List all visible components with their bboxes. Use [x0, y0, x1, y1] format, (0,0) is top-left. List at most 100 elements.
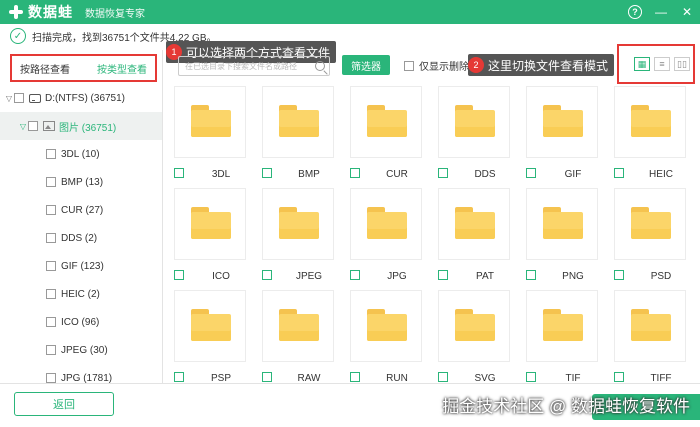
file-checkbox[interactable]: [438, 372, 448, 382]
file-thumbnail[interactable]: [262, 188, 334, 260]
file-tile[interactable]: BMP: [262, 86, 334, 184]
file-tile[interactable]: HEIC: [614, 86, 686, 184]
file-tile[interactable]: PAT: [438, 188, 510, 286]
file-checkbox[interactable]: [438, 168, 448, 178]
file-name: RAW: [297, 372, 321, 384]
file-tile[interactable]: PNG: [526, 188, 598, 286]
tree-item-label: CUR (27): [61, 204, 104, 216]
tree-checkbox[interactable]: [46, 177, 56, 187]
tree-item-label: JPG (1781): [61, 372, 113, 384]
grid-view-icon[interactable]: ▦: [634, 57, 650, 71]
tree-item-type[interactable]: CUR (27): [0, 196, 162, 224]
file-thumbnail[interactable]: [262, 290, 334, 362]
file-thumbnail[interactable]: [174, 290, 246, 362]
file-tile[interactable]: PSP: [174, 290, 246, 383]
folder-icon: [631, 309, 671, 341]
file-thumbnail[interactable]: [174, 188, 246, 260]
file-tile[interactable]: TIF: [526, 290, 598, 383]
folder-icon: [191, 105, 231, 137]
collapse-arrow-icon[interactable]: ▽: [4, 94, 14, 103]
file-thumbnail[interactable]: [526, 188, 598, 260]
tree-checkbox[interactable]: [46, 317, 56, 327]
file-checkbox[interactable]: [174, 168, 184, 178]
tree-item-type[interactable]: 3DL (10): [0, 140, 162, 168]
file-checkbox[interactable]: [350, 168, 360, 178]
tree-item-type[interactable]: JPEG (30): [0, 336, 162, 364]
view-switch: 按路径查看 按类型查看: [10, 54, 157, 82]
file-tile[interactable]: RAW: [262, 290, 334, 383]
file-tile[interactable]: PSD: [614, 188, 686, 286]
file-tile[interactable]: GIF: [526, 86, 598, 184]
tree-item-type[interactable]: GIF (123): [0, 252, 162, 280]
tree-item-type[interactable]: BMP (13): [0, 168, 162, 196]
file-tile[interactable]: RUN: [350, 290, 422, 383]
file-checkbox[interactable]: [526, 270, 536, 280]
search-icon[interactable]: [315, 61, 325, 71]
file-thumbnail[interactable]: [438, 86, 510, 158]
tree-checkbox[interactable]: [46, 345, 56, 355]
file-checkbox[interactable]: [526, 168, 536, 178]
file-thumbnail[interactable]: [262, 86, 334, 158]
file-thumbnail[interactable]: [438, 188, 510, 260]
file-checkbox[interactable]: [614, 372, 624, 382]
file-checkbox[interactable]: [438, 270, 448, 280]
file-checkbox[interactable]: [350, 270, 360, 280]
file-name: CUR: [386, 168, 408, 180]
back-button[interactable]: 返回: [14, 392, 114, 416]
file-thumbnail[interactable]: [350, 188, 422, 260]
file-tile[interactable]: JPEG: [262, 188, 334, 286]
tree-item-type[interactable]: ICO (96): [0, 308, 162, 336]
tree-checkbox[interactable]: [46, 233, 56, 243]
collapse-arrow-icon[interactable]: ▽: [18, 122, 28, 131]
tree-checkbox[interactable]: [46, 373, 56, 383]
tree-checkbox[interactable]: [46, 149, 56, 159]
tree-item-type[interactable]: HEIC (2): [0, 280, 162, 308]
file-thumbnail[interactable]: [614, 188, 686, 260]
file-checkbox[interactable]: [614, 168, 624, 178]
file-tile[interactable]: ICO: [174, 188, 246, 286]
file-thumbnail[interactable]: [174, 86, 246, 158]
tree-checkbox[interactable]: [46, 289, 56, 299]
file-checkbox[interactable]: [614, 270, 624, 280]
close-button[interactable]: ✕: [674, 0, 700, 24]
tab-by-path[interactable]: 按路径查看: [20, 61, 70, 76]
folder-icon: [279, 105, 319, 137]
file-tile[interactable]: TIFF: [614, 290, 686, 383]
file-checkbox[interactable]: [262, 372, 272, 382]
file-thumbnail[interactable]: [526, 86, 598, 158]
file-tile[interactable]: SVG: [438, 290, 510, 383]
file-checkbox[interactable]: [262, 168, 272, 178]
tab-by-type[interactable]: 按类型查看: [97, 61, 147, 76]
tree-item-type[interactable]: DDS (2): [0, 224, 162, 252]
list-view-icon[interactable]: ≡: [654, 57, 670, 71]
file-tile[interactable]: DDS: [438, 86, 510, 184]
file-name: BMP: [298, 168, 320, 180]
help-button[interactable]: ?: [622, 0, 648, 24]
file-tile[interactable]: CUR: [350, 86, 422, 184]
file-checkbox[interactable]: [262, 270, 272, 280]
only-deleted-checkbox[interactable]: [404, 60, 414, 71]
folder-icon: [279, 309, 319, 341]
tree-item-drive[interactable]: ▽ D:(NTFS) (36751): [0, 84, 162, 112]
preview-view-icon[interactable]: ▯▯: [674, 57, 690, 71]
search-input[interactable]: 在已选目录下搜索文件名或路径: [178, 56, 330, 76]
tree-item-pictures[interactable]: ▽ 图片 (36751): [0, 112, 162, 140]
file-checkbox[interactable]: [350, 372, 360, 382]
file-thumbnail[interactable]: [614, 86, 686, 158]
file-tile[interactable]: JPG: [350, 188, 422, 286]
tree-checkbox[interactable]: [14, 93, 24, 103]
file-thumbnail[interactable]: [614, 290, 686, 362]
minimize-button[interactable]: —: [648, 0, 674, 24]
tree-checkbox[interactable]: [28, 121, 38, 131]
tree-checkbox[interactable]: [46, 205, 56, 215]
file-thumbnail[interactable]: [526, 290, 598, 362]
file-checkbox[interactable]: [174, 372, 184, 382]
file-thumbnail[interactable]: [350, 290, 422, 362]
tree-checkbox[interactable]: [46, 261, 56, 271]
filter-button[interactable]: 筛选器: [342, 55, 390, 75]
file-thumbnail[interactable]: [438, 290, 510, 362]
file-checkbox[interactable]: [174, 270, 184, 280]
file-tile[interactable]: 3DL: [174, 86, 246, 184]
file-thumbnail[interactable]: [350, 86, 422, 158]
file-checkbox[interactable]: [526, 372, 536, 382]
